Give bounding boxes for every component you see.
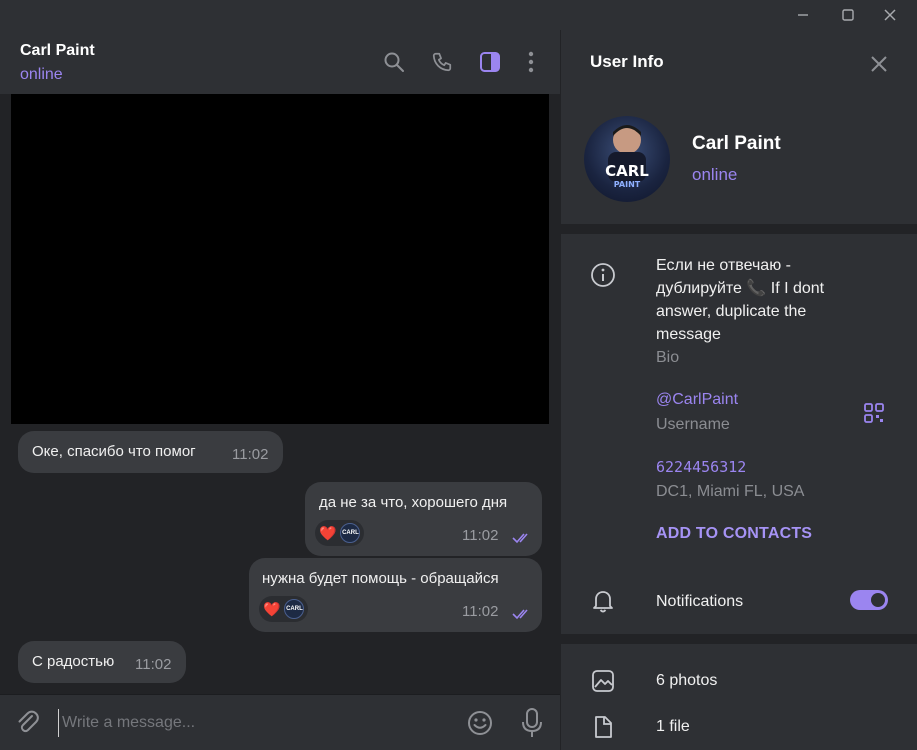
message-time: 11:02	[232, 446, 269, 463]
photo-icon	[590, 668, 616, 694]
phone-label: DC1, Miami FL, USA	[656, 483, 805, 500]
message-bubble-outgoing[interactable]: да не за что, хорошего дня ❤️ CARL 11:02	[305, 482, 542, 556]
avatar-image: CARL PAINT	[605, 125, 649, 189]
message-time: 11:02	[462, 603, 499, 620]
file-icon	[590, 714, 616, 740]
phone-number[interactable]: 6224456312	[656, 458, 746, 476]
emoji-icon	[468, 711, 492, 735]
heart-reaction-icon: ❤️	[319, 524, 337, 541]
user-info-panel: User Info CARL PAINT Carl Paint online Е…	[561, 30, 917, 750]
chat-header[interactable]: Carl Paint online	[0, 30, 560, 94]
message-list[interactable]: Оке, спасибо что помог 11:02 да не за чт…	[0, 94, 560, 694]
shared-files-item[interactable]: 1 file	[656, 718, 690, 736]
qr-code-button[interactable]	[863, 402, 885, 424]
close-window-button[interactable]	[867, 0, 913, 30]
attach-button[interactable]	[14, 709, 42, 737]
toggle-sidebar-button[interactable]	[478, 50, 502, 74]
search-icon	[384, 52, 404, 72]
search-button[interactable]	[382, 50, 406, 74]
message-bubble-outgoing[interactable]: нужна будет помощь - обращайся ❤️ CARL 1…	[249, 558, 542, 632]
voice-record-button[interactable]	[518, 707, 546, 739]
title-bar	[0, 0, 917, 30]
section-divider	[561, 224, 917, 234]
message-time: 11:02	[462, 527, 499, 544]
more-menu-button[interactable]	[519, 50, 543, 74]
close-icon	[884, 9, 896, 21]
close-icon	[871, 56, 887, 72]
profile-avatar[interactable]: CARL PAINT	[584, 116, 670, 202]
reaction-badge[interactable]: ❤️ CARL	[315, 520, 365, 546]
bell-icon	[590, 588, 616, 614]
message-text: нужна будет помощь - обращайся	[262, 570, 499, 587]
avatar-logo-text: CARL	[605, 162, 649, 180]
maximize-button[interactable]	[825, 0, 871, 30]
profile-status: online	[692, 165, 738, 184]
more-vertical-icon	[528, 51, 534, 73]
phone-icon	[432, 52, 452, 72]
message-bubble-incoming[interactable]: С радостью 11:02	[18, 641, 186, 683]
call-button[interactable]	[430, 50, 454, 74]
message-bubble-incoming[interactable]: Оке, спасибо что помог 11:02	[18, 431, 283, 473]
chat-title[interactable]: Carl Paint	[20, 42, 95, 60]
read-checks-icon	[512, 609, 528, 620]
shared-photos-item[interactable]: 6 photos	[656, 672, 717, 690]
paperclip-icon	[18, 710, 39, 733]
panel-title: User Info	[590, 52, 664, 71]
bio-label: Bio	[656, 349, 680, 366]
message-input[interactable]	[58, 709, 448, 737]
sidebar-panel-icon	[480, 52, 500, 72]
chat-status: online	[20, 66, 63, 83]
section-divider	[561, 634, 917, 644]
microphone-icon	[522, 708, 542, 737]
qr-code-icon	[864, 403, 884, 423]
minimize-icon	[798, 14, 808, 16]
username-label: Username	[656, 416, 730, 433]
heart-reaction-icon: ❤️	[263, 600, 281, 617]
close-panel-button[interactable]	[867, 52, 891, 76]
username-link[interactable]: @CarlPaint	[656, 391, 738, 409]
svg-text:PAINT: PAINT	[614, 180, 641, 189]
minimize-button[interactable]	[780, 0, 826, 30]
reaction-badge[interactable]: ❤️ CARL	[259, 596, 309, 622]
reactor-avatar: CARL	[340, 523, 361, 543]
maximize-icon	[842, 9, 854, 21]
read-checks-icon	[512, 533, 528, 544]
message-time: 11:02	[135, 656, 172, 673]
emoji-button[interactable]	[466, 709, 494, 737]
notifications-toggle[interactable]	[850, 590, 888, 610]
message-text: да не за что, хорошего дня	[319, 494, 508, 511]
notifications-label: Notifications	[656, 593, 744, 610]
bio-text: Если не отвечаю - дублируйте 📞 If I dont…	[656, 257, 825, 343]
media-message-video[interactable]	[11, 94, 549, 424]
toggle-knob	[871, 593, 885, 607]
message-text: С радостью	[32, 653, 115, 670]
profile-name: Carl Paint	[692, 133, 781, 154]
message-text: Оке, спасибо что помог	[32, 443, 196, 460]
add-to-contacts-button[interactable]: ADD TO CONTACTS	[656, 525, 812, 543]
message-composer	[0, 694, 560, 750]
reactor-avatar: CARL	[284, 599, 305, 619]
info-icon	[590, 262, 616, 288]
